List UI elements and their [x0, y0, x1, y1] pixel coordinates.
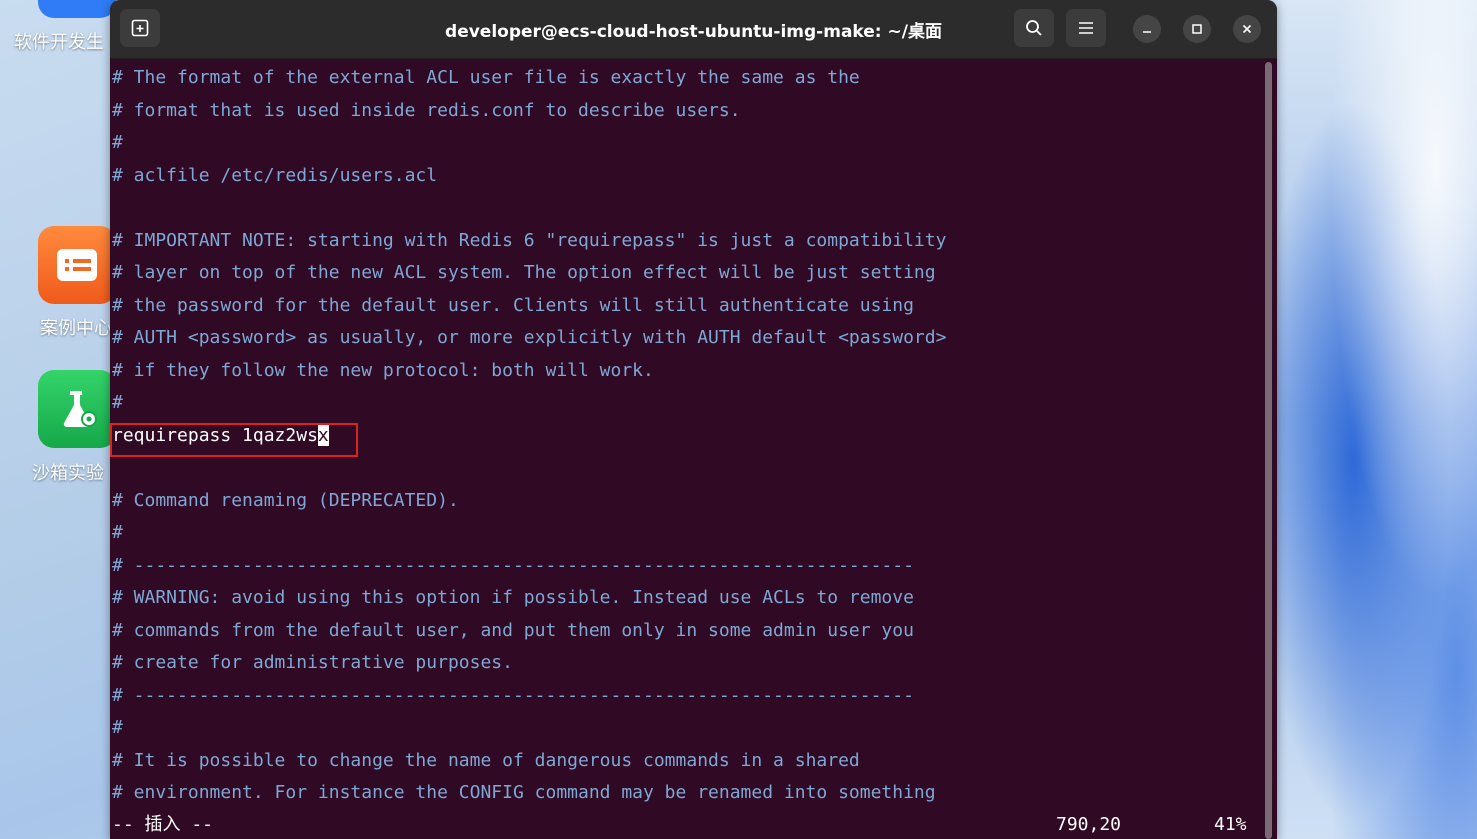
editor-line: # create for administrative purposes. [112, 652, 513, 673]
cursor-position: 790,20 [1056, 814, 1122, 835]
editor-line: # if they follow the new protocol: both … [112, 360, 654, 381]
minimize-icon [1143, 31, 1151, 33]
scroll-percent: 41% [1214, 814, 1247, 835]
flask-gear-icon [38, 370, 116, 448]
search-icon [1026, 20, 1042, 36]
editor-line: # [112, 522, 123, 543]
search-button[interactable] [1014, 9, 1054, 47]
close-icon [1242, 24, 1252, 34]
maximize-button[interactable] [1183, 15, 1211, 43]
scrollbar[interactable] [1265, 62, 1272, 839]
editor-line: # aclfile /etc/redis/users.acl [112, 165, 438, 186]
terminal-window: developer@ecs-cloud-host-ubuntu-img-make… [110, 0, 1277, 839]
desktop-wallpaper [1270, 0, 1477, 839]
editor-line: # [112, 132, 123, 153]
editor-line: # commands from the default user, and pu… [112, 620, 914, 641]
editor-line: # It is possible to change the name of d… [112, 750, 860, 771]
editor-line: # Command renaming (DEPRECATED). [112, 490, 459, 511]
editor-line: # WARNING: avoid using this option if po… [112, 587, 914, 608]
terminal-content[interactable]: # The format of the external ACL user fi… [110, 58, 1260, 839]
editor-line: # The format of the external ACL user fi… [112, 67, 860, 88]
editor-line: # format that is used inside redis.conf … [112, 100, 741, 121]
editor-line: # --------------------------------------… [112, 685, 914, 706]
vim-mode-indicator: -- 插入 -- [112, 814, 214, 835]
highlight-box [110, 423, 358, 457]
editor-line: # layer on top of the new ACL system. Th… [112, 262, 936, 283]
editor-line: # AUTH <password> as usually, or more ex… [112, 327, 947, 348]
editor-line: # IMPORTANT NOTE: starting with Redis 6 … [112, 230, 947, 251]
editor-line: # environment. For instance the CONFIG c… [112, 782, 936, 803]
app-icon [38, 0, 116, 18]
minimize-button[interactable] [1133, 15, 1161, 43]
editor-line: # [112, 392, 123, 413]
maximize-icon [1192, 24, 1202, 34]
editor-line: # [112, 717, 123, 738]
hamburger-menu-icon [1079, 22, 1093, 34]
title-bar[interactable]: developer@ecs-cloud-host-ubuntu-img-make… [110, 0, 1277, 59]
editor-line: # --------------------------------------… [112, 555, 914, 576]
menu-button[interactable] [1066, 9, 1106, 47]
close-button[interactable] [1233, 15, 1261, 43]
editor-line: # the password for the default user. Cli… [112, 295, 914, 316]
document-list-icon [38, 226, 116, 304]
